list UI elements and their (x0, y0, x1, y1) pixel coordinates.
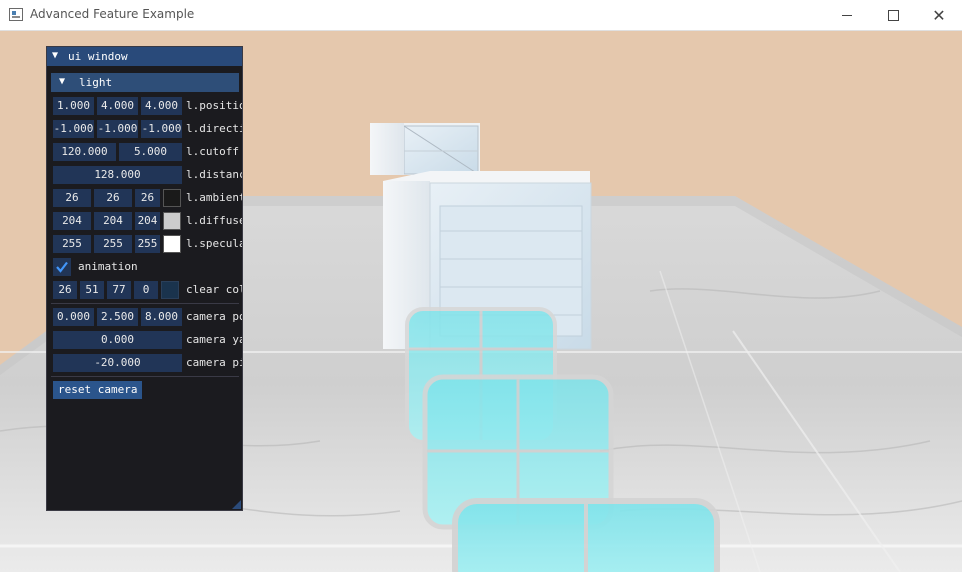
camera-pitch-label: camera pitch (186, 356, 242, 369)
light-specular-row: 255 255 255 l.specular (47, 235, 242, 254)
light-ambient-row: 26 26 26 l.ambient (47, 189, 242, 208)
camera-pos-label: camera pos (186, 310, 242, 323)
maximize-icon (887, 10, 899, 21)
light-diffuse-swatch[interactable] (163, 212, 181, 230)
light-position-label: l.position (186, 99, 242, 112)
light-specular-label: l.specular (186, 237, 242, 250)
light-ambient-g[interactable]: 26 (94, 189, 132, 207)
light-specular-g[interactable]: 255 (94, 235, 132, 253)
clear-color-swatch[interactable] (161, 281, 179, 299)
back-box (370, 123, 480, 175)
minimize-button[interactable] (824, 0, 870, 31)
app-icon (9, 8, 23, 21)
light-diffuse-g[interactable]: 204 (94, 212, 132, 230)
light-ambient-swatch[interactable] (163, 189, 181, 207)
light-cutoff-inner[interactable]: 120.000 (53, 143, 116, 161)
ui-window-title: ui window (68, 50, 128, 63)
clear-color-r[interactable]: 26 (53, 281, 77, 299)
light-distance-label: l.distance (186, 168, 242, 181)
glass-window-front (452, 498, 720, 572)
light-ambient-r[interactable]: 26 (53, 189, 91, 207)
tree-expand-icon[interactable]: ▼ (59, 76, 65, 87)
light-specular-b[interactable]: 255 (135, 235, 160, 253)
light-specular-swatch[interactable] (163, 235, 181, 253)
ui-window[interactable]: ▼ ui window ▼ light 1.000 4.000 4.000 l.… (46, 46, 243, 511)
light-cutoff-row: 120.000 5.000 l.cutoff (47, 143, 242, 162)
close-icon: ✕ (932, 5, 946, 25)
light-section-header[interactable]: ▼ light (47, 73, 242, 92)
separator (51, 376, 239, 377)
light-direction-y[interactable]: -1.000 (97, 120, 138, 138)
light-position-z[interactable]: 4.000 (141, 97, 182, 115)
light-diffuse-row: 204 204 204 l.diffuse (47, 212, 242, 231)
title-bar[interactable]: Advanced Feature Example ✕ (0, 0, 962, 31)
camera-pitch-slider[interactable]: -20.000 (53, 354, 182, 372)
light-direction-x[interactable]: -1.000 (53, 120, 94, 138)
light-diffuse-label: l.diffuse (186, 214, 242, 227)
resize-grip-icon[interactable] (232, 500, 241, 509)
light-distance-slider[interactable]: 128.000 (53, 166, 182, 184)
separator (51, 303, 239, 304)
camera-pos-y[interactable]: 2.500 (97, 308, 138, 326)
clear-color-row: 26 51 77 0 clear color (47, 281, 242, 300)
collapse-triangle-icon[interactable]: ▼ (52, 50, 58, 61)
camera-yaw-row: 0.000 camera yaw (47, 331, 242, 350)
camera-pos-z[interactable]: 8.000 (141, 308, 182, 326)
close-button[interactable]: ✕ (916, 0, 962, 31)
light-cutoff-outer[interactable]: 5.000 (119, 143, 182, 161)
light-direction-label: l.direction (186, 122, 242, 135)
light-direction-z[interactable]: -1.000 (141, 120, 182, 138)
light-header-label: light (79, 76, 113, 89)
window-title: Advanced Feature Example (30, 7, 195, 21)
checkmark-icon (56, 261, 68, 273)
animation-label: animation (78, 260, 138, 273)
camera-pitch-row: -20.000 camera pitch (47, 354, 242, 373)
maximize-button[interactable] (870, 0, 916, 31)
light-header-bar[interactable]: ▼ light (51, 73, 239, 92)
camera-pos-row: 0.000 2.500 8.000 camera pos (47, 308, 242, 327)
light-position-y[interactable]: 4.000 (97, 97, 138, 115)
light-distance-row: 128.000 l.distance (47, 166, 242, 185)
light-ambient-b[interactable]: 26 (135, 189, 160, 207)
light-position-x[interactable]: 1.000 (53, 97, 94, 115)
ui-window-titlebar[interactable]: ▼ ui window (47, 47, 242, 66)
light-diffuse-b[interactable]: 204 (135, 212, 160, 230)
minimize-icon (842, 15, 852, 16)
light-diffuse-r[interactable]: 204 (53, 212, 91, 230)
clear-color-g[interactable]: 51 (80, 281, 104, 299)
camera-yaw-label: camera yaw (186, 333, 242, 346)
reset-camera-row: reset camera (47, 381, 242, 400)
animation-checkbox[interactable] (53, 258, 71, 276)
camera-yaw-slider[interactable]: 0.000 (53, 331, 182, 349)
reset-camera-button[interactable]: reset camera (53, 381, 143, 399)
light-cutoff-label: l.cutoff (186, 145, 239, 158)
light-direction-row: -1.000 -1.000 -1.000 l.direction (47, 120, 242, 139)
light-ambient-label: l.ambient (186, 191, 242, 204)
clear-color-b[interactable]: 77 (107, 281, 131, 299)
light-position-row: 1.000 4.000 4.000 l.position (47, 97, 242, 116)
animation-row: animation (47, 258, 242, 277)
clear-color-label: clear color (186, 283, 242, 296)
light-specular-r[interactable]: 255 (53, 235, 91, 253)
clear-color-a[interactable]: 0 (134, 281, 158, 299)
camera-pos-x[interactable]: 0.000 (53, 308, 94, 326)
